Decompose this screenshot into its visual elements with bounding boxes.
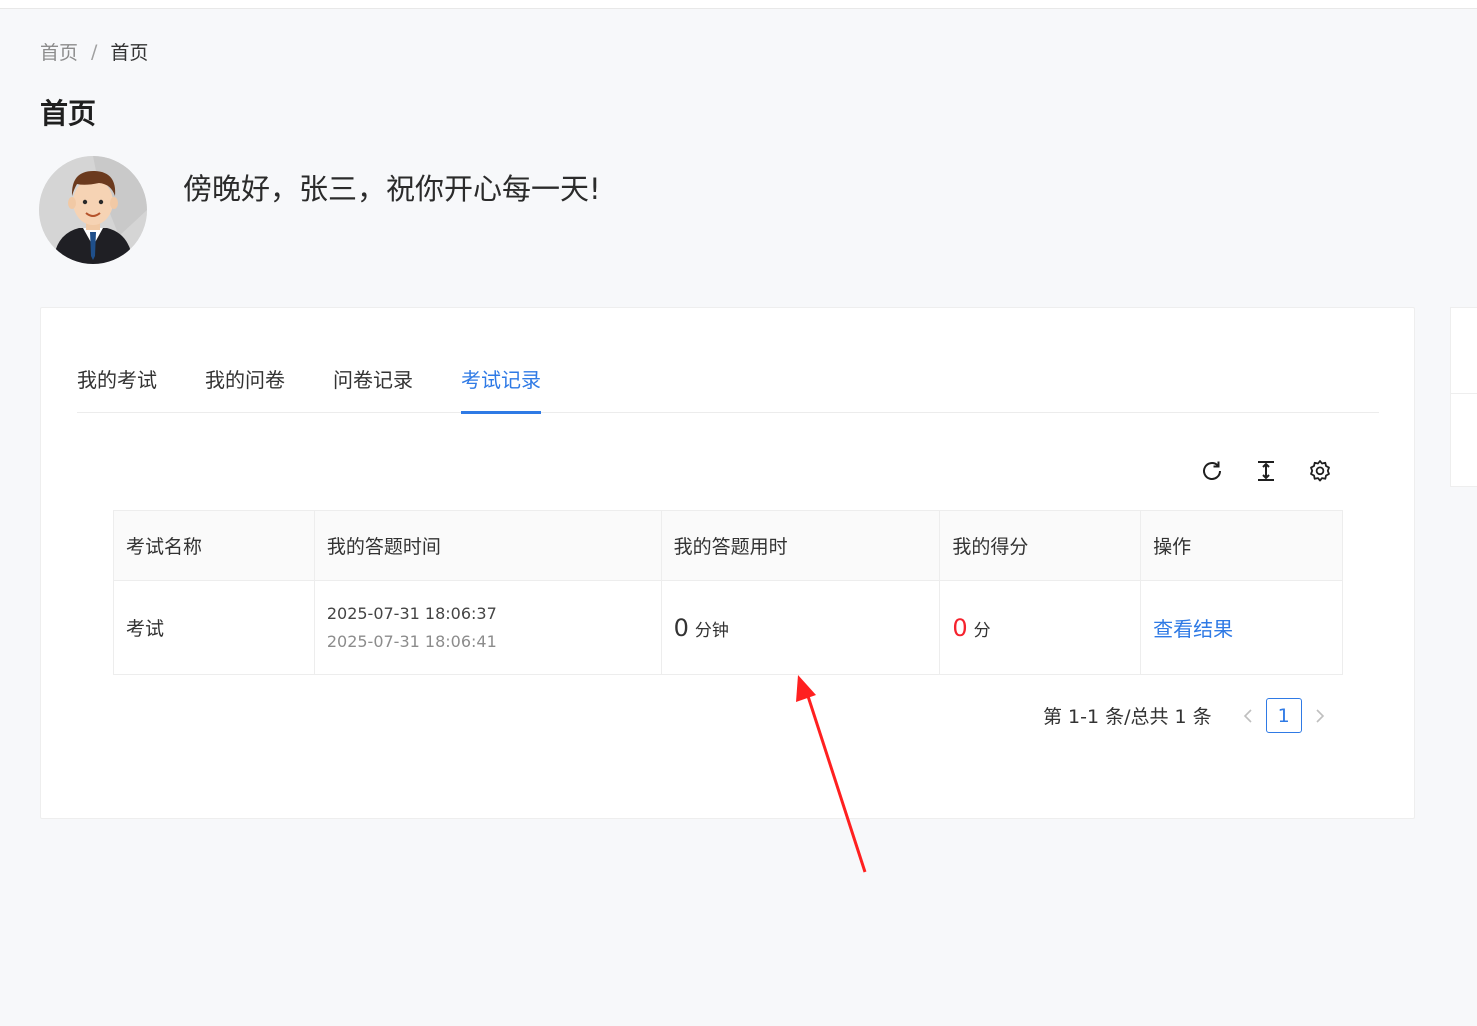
pagination: 第 1-1 条/总共 1 条 1 xyxy=(1043,698,1332,733)
top-bar xyxy=(0,0,1477,9)
table-toolbar xyxy=(1199,458,1333,484)
exam-records-table: 考试名称 我的答题时间 我的答题用时 我的得分 操作 考试 2025-07-31… xyxy=(113,510,1343,675)
answer-start-time: 2025-07-31 18:06:37 xyxy=(326,603,497,623)
cell-score: 0分 xyxy=(939,580,1142,675)
refresh-icon xyxy=(1203,461,1221,480)
avatar xyxy=(39,156,147,264)
tab-exam-records[interactable]: 考试记录 xyxy=(461,358,541,414)
tab-bar: 我的考试 我的问卷 问卷记录 考试记录 xyxy=(77,358,1379,414)
cell-action: 查看结果 xyxy=(1140,580,1343,675)
tab-my-exams[interactable]: 我的考试 xyxy=(77,358,157,413)
breadcrumb: 首页 / 首页 xyxy=(40,38,148,65)
density-button[interactable] xyxy=(1253,458,1279,484)
cell-answer-time: 2025-07-31 18:06:37 2025-07-31 18:06:41 xyxy=(313,580,662,675)
column-header-exam-name: 考试名称 xyxy=(113,510,315,581)
breadcrumb-separator: / xyxy=(91,40,98,63)
prev-page-button[interactable] xyxy=(1236,701,1260,731)
column-header-action: 操作 xyxy=(1140,510,1343,581)
tab-survey-records[interactable]: 问卷记录 xyxy=(333,358,413,413)
table-header-row: 考试名称 我的答题时间 我的答题用时 我的得分 操作 xyxy=(113,510,1343,581)
column-header-duration: 我的答题用时 xyxy=(660,510,941,581)
breadcrumb-home[interactable]: 首页 xyxy=(40,38,78,65)
score-value: 0 xyxy=(952,613,968,642)
table-row: 考试 2025-07-31 18:06:37 2025-07-31 18:06:… xyxy=(113,580,1343,675)
breadcrumb-current: 首页 xyxy=(110,42,149,64)
duration-value: 0 xyxy=(673,613,689,642)
column-header-answer-time: 我的答题时间 xyxy=(313,510,662,581)
cell-exam-name: 考试 xyxy=(113,580,315,675)
settings-button[interactable] xyxy=(1307,458,1333,484)
pagination-summary: 第 1-1 条/总共 1 条 xyxy=(1043,706,1212,728)
score-unit: 分 xyxy=(973,620,991,641)
page-number-current[interactable]: 1 xyxy=(1265,698,1302,733)
page-title: 首页 xyxy=(40,97,97,130)
settings-icon xyxy=(1310,460,1330,482)
duration-unit: 分钟 xyxy=(694,620,729,641)
refresh-button[interactable] xyxy=(1199,458,1225,484)
cell-duration: 0 分钟 xyxy=(660,580,941,675)
chevron-left-icon xyxy=(1243,708,1252,723)
tab-my-surveys[interactable]: 我的问卷 xyxy=(205,358,285,413)
welcome-greeting: 傍晚好，张三，祝你开心每一天! xyxy=(183,172,601,206)
answer-end-time: 2025-07-31 18:06:41 xyxy=(326,631,497,651)
next-page-button[interactable] xyxy=(1308,701,1332,731)
records-card: 我的考试 我的问卷 问卷记录 考试记录 考试名称 我的答题时间 我的答题用时 我… xyxy=(40,307,1415,819)
side-panel[interactable] xyxy=(1450,307,1477,487)
chevron-right-icon xyxy=(1316,708,1324,723)
view-result-link[interactable]: 查看结果 xyxy=(1153,617,1233,641)
column-height-icon xyxy=(1258,461,1274,481)
column-header-score: 我的得分 xyxy=(939,510,1142,581)
